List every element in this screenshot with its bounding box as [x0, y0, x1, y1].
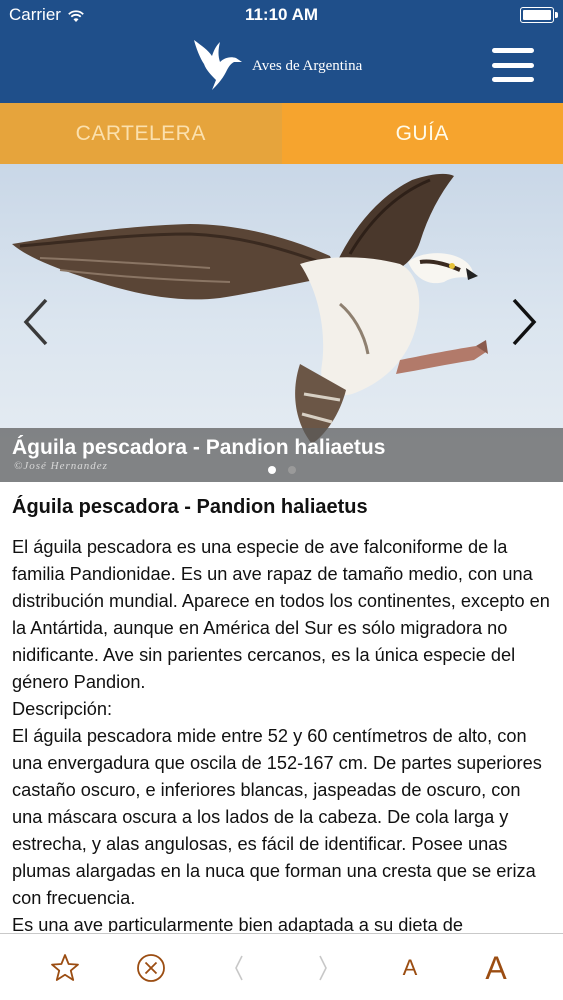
tab-cartelera[interactable]: CARTELERA [0, 103, 282, 164]
close-circle-icon [137, 954, 165, 982]
status-bar: Carrier 11:10 AM [0, 0, 563, 30]
decrease-font-label: A [402, 955, 418, 980]
page-dot-1[interactable] [267, 466, 276, 474]
decrease-font-button[interactable]: A [390, 948, 430, 988]
app-header: Carrier 11:10 AM Aves de Argentina [0, 0, 563, 103]
app-brand: Aves de Argentina [190, 36, 362, 92]
next-article-button[interactable] [304, 948, 344, 988]
section-tabs: CARTELERA GUÍA [0, 103, 563, 164]
article-paragraph: El águila pescadora mide entre 52 y 60 c… [12, 726, 542, 908]
article-content[interactable]: Águila pescadora - Pandion haliaetus El … [12, 494, 554, 932]
previous-article-button[interactable] [218, 948, 258, 988]
battery-icon [520, 7, 558, 23]
article-section-heading: Descripción: [12, 699, 113, 719]
chevron-right-icon[interactable] [506, 296, 542, 348]
tab-guia-label: GUÍA [395, 121, 449, 145]
clock: 11:10 AM [244, 5, 319, 24]
increase-font-button[interactable]: A [476, 948, 516, 988]
article-paragraph: Es una ave particularmente bien adaptada… [12, 915, 463, 932]
hamburger-menu-icon[interactable] [492, 48, 534, 82]
page-indicator[interactable] [0, 466, 563, 474]
image-caption: Águila pescadora - Pandion haliaetus [12, 436, 386, 459]
article-title: Águila pescadora - Pandion haliaetus [12, 496, 368, 518]
close-button[interactable] [131, 948, 171, 988]
favorite-button[interactable] [45, 948, 85, 988]
increase-font-label: A [485, 949, 507, 986]
star-icon [51, 954, 79, 981]
bottom-toolbar: A A [0, 934, 563, 1000]
app-title: Aves de Argentina [252, 57, 363, 74]
chevron-left-icon[interactable] [18, 296, 54, 348]
chevron-left-icon [235, 955, 243, 981]
tab-cartelera-label: CARTELERA [75, 121, 206, 145]
bird-image-carousel[interactable]: Águila pescadora - Pandion haliaetus ©Jo… [0, 164, 563, 482]
bird-logo-icon [190, 36, 248, 92]
chevron-right-icon [319, 955, 327, 981]
tab-guia[interactable]: GUÍA [281, 103, 563, 164]
page-dot-2[interactable] [287, 466, 296, 474]
article-paragraph: El águila pescadora es una especie de av… [12, 537, 550, 692]
